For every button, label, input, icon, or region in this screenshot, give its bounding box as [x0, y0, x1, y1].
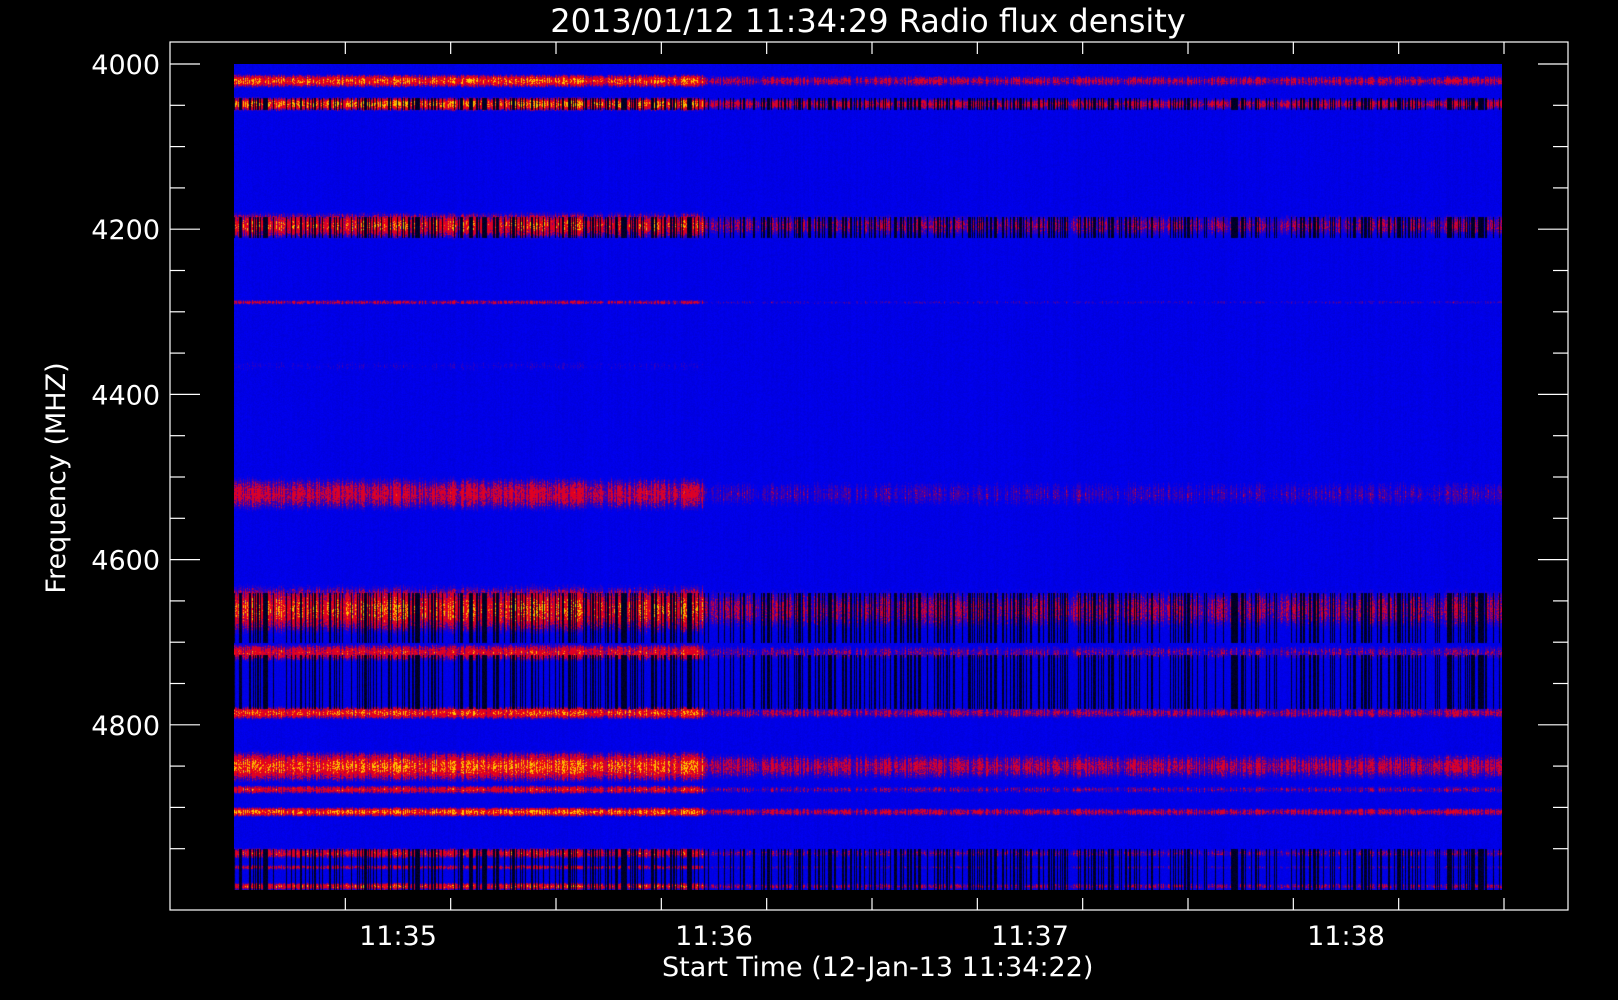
y-tick-label: 4200 — [91, 215, 160, 246]
y-tick-label: 4800 — [91, 711, 160, 742]
y-tick-label: 4000 — [91, 50, 160, 81]
x-axis-label: Start Time (12-Jan-13 11:34:22) — [662, 952, 1093, 983]
y-tick-label: 4600 — [91, 546, 160, 577]
x-tick-label: 11:37 — [991, 921, 1069, 952]
chart-title: 2013/01/12 11:34:29 Radio flux density — [550, 2, 1185, 40]
x-tick-label: 11:36 — [675, 921, 753, 952]
y-axis-label: Frequency (MHZ) — [41, 362, 72, 593]
x-tick-label: 11:38 — [1307, 921, 1385, 952]
y-tick-label: 4400 — [91, 380, 160, 411]
heatmap-canvas — [234, 64, 1502, 890]
heatmap — [234, 64, 1502, 890]
x-tick-label: 11:35 — [359, 921, 437, 952]
spectrogram-chart: 2013/01/12 11:34:29 Radio flux density 4… — [0, 0, 1618, 1000]
